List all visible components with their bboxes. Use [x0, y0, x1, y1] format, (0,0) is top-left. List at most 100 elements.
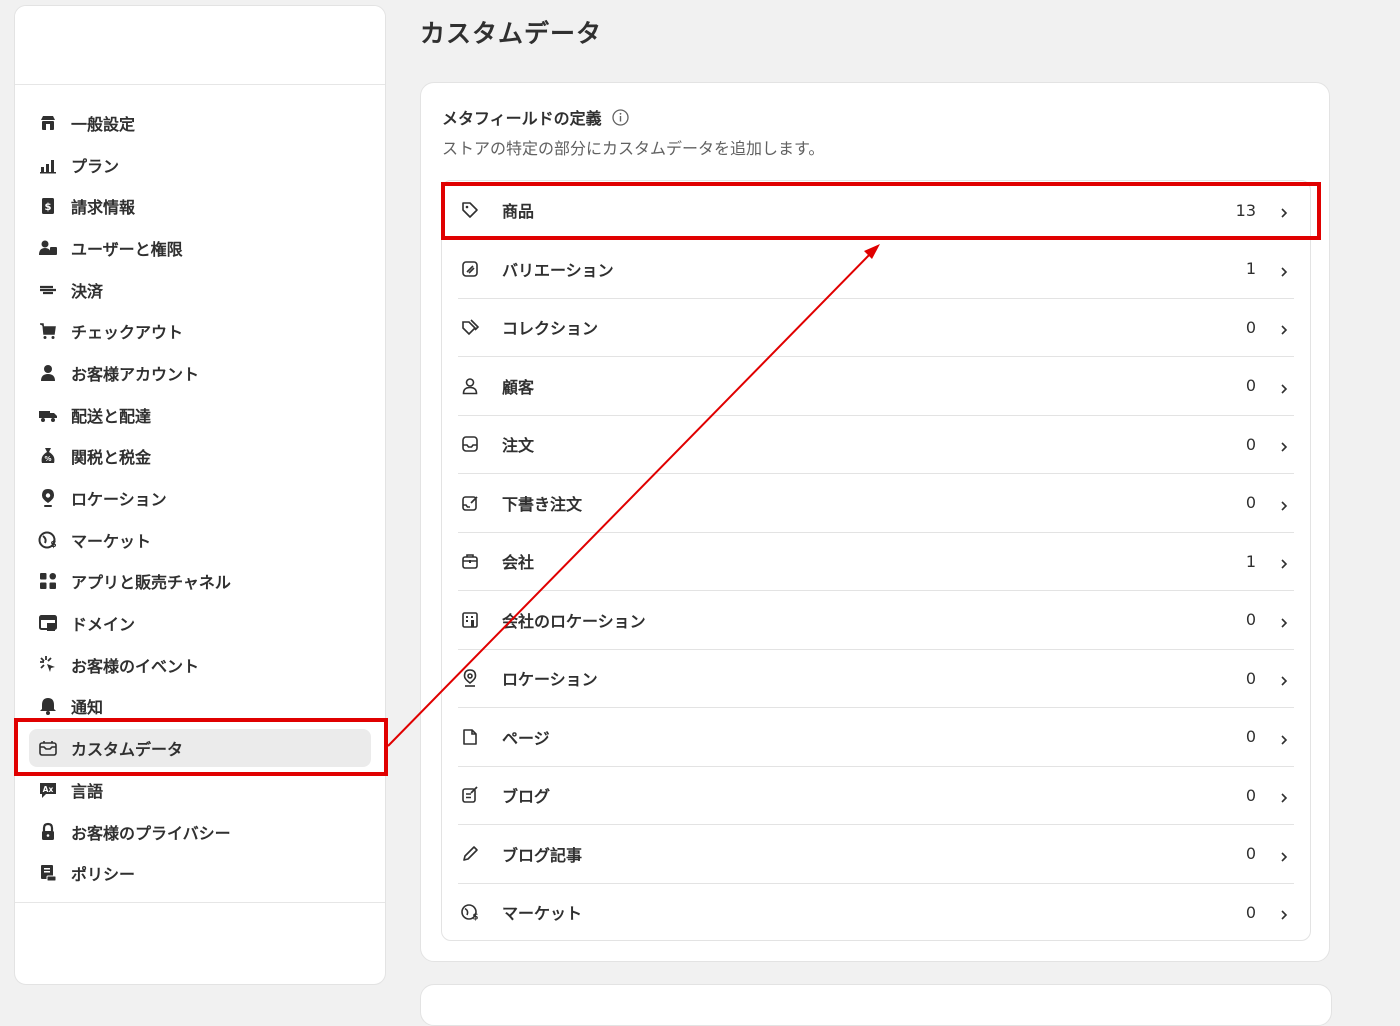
- sidebar-item-billing[interactable]: $ 請求情報: [15, 185, 385, 227]
- sidebar-divider: [15, 902, 385, 903]
- list-item-label: ブログ記事: [502, 845, 583, 865]
- list-item-count: 0: [1245, 727, 1256, 747]
- sidebar-item-locations[interactable]: ロケーション: [15, 477, 385, 519]
- list-item-count: 0: [1245, 493, 1256, 513]
- card-subtitle: ストアの特定の部分にカスタムデータを追加します。: [442, 139, 825, 158]
- sidebar-item-label: 一般設定: [71, 114, 136, 134]
- chevron-right-icon: [1278, 380, 1290, 394]
- chevron-right-icon: [1278, 731, 1290, 745]
- chevron-right-icon: [1278, 789, 1290, 803]
- list-item-label: 下書き注文: [502, 494, 583, 514]
- policy-icon: [37, 862, 59, 884]
- sidebar-item-label: アプリと販売チャネル: [71, 573, 231, 593]
- settings-nav: 一般設定 プラン $ 請求情報 ユーザーと権限 決済 チェックアウト お客様アカ…: [15, 102, 385, 894]
- sidebar-item-custom-data[interactable]: カスタムデータ: [15, 727, 385, 769]
- customer-icon: [460, 376, 480, 396]
- list-item-companies[interactable]: 会社 1: [458, 532, 1294, 591]
- location-pin-icon: [37, 487, 59, 509]
- sidebar-item-taxes[interactable]: % 関税と税金: [15, 436, 385, 478]
- list-item-count: 13: [1235, 200, 1256, 220]
- company-icon: [460, 551, 480, 571]
- list-item-label: マーケット: [502, 904, 583, 924]
- billing-icon: $: [37, 195, 59, 217]
- sidebar-item-languages[interactable]: Ax 言語: [15, 769, 385, 811]
- sidebar-item-apps[interactable]: アプリと販売チャネル: [15, 561, 385, 603]
- sidebar-item-privacy[interactable]: お客様のプライバシー: [15, 811, 385, 853]
- svg-text:$: $: [45, 202, 52, 213]
- list-item-blog-posts[interactable]: ブログ記事 0: [458, 825, 1294, 884]
- chevron-right-icon: [1278, 906, 1290, 920]
- sidebar-item-label: ポリシー: [71, 865, 136, 885]
- list-item-count: 0: [1245, 902, 1256, 922]
- list-item-blogs[interactable]: ブログ 0: [458, 766, 1294, 825]
- list-item-count: 0: [1245, 376, 1256, 396]
- sidebar-item-general[interactable]: 一般設定: [15, 102, 385, 144]
- chevron-right-icon: [1278, 263, 1290, 277]
- list-item-label: ページ: [502, 728, 550, 748]
- sidebar-item-notifications[interactable]: 通知: [15, 686, 385, 728]
- sidebar-item-label: カスタムデータ: [71, 740, 184, 760]
- sidebar-item-checkout[interactable]: チェックアウト: [15, 310, 385, 352]
- list-item-count: 0: [1245, 668, 1256, 688]
- info-icon[interactable]: [612, 108, 629, 126]
- sidebar-item-label: ユーザーと権限: [71, 239, 183, 259]
- sidebar-item-plan[interactable]: プラン: [15, 144, 385, 186]
- sidebar-item-label: 通知: [71, 698, 104, 718]
- list-item-count: 0: [1245, 610, 1256, 630]
- metafield-definitions-card: メタフィールドの定義 ストアの特定の部分にカスタムデータを追加します。 商品 1…: [420, 82, 1330, 962]
- list-item-label: ブログ: [502, 787, 551, 807]
- lock-icon: [37, 821, 59, 843]
- list-item-locations[interactable]: ロケーション 0: [458, 649, 1294, 708]
- sidebar-header: [15, 6, 385, 85]
- location-pin-icon: [460, 668, 480, 688]
- language-icon: Ax: [37, 779, 59, 801]
- tag-icon: [460, 200, 480, 220]
- list-item-count: 0: [1245, 844, 1256, 864]
- sidebar-item-shipping[interactable]: 配送と配達: [15, 394, 385, 436]
- domain-icon: [37, 612, 59, 634]
- list-item-products[interactable]: 商品 13: [458, 181, 1294, 240]
- order-inbox-icon: [460, 434, 480, 454]
- list-item-customers[interactable]: 顧客 0: [458, 357, 1294, 416]
- chevron-right-icon: [1278, 848, 1290, 862]
- list-item-label: バリエーション: [502, 260, 614, 280]
- truck-icon: [37, 404, 59, 426]
- list-item-collections[interactable]: コレクション 0: [458, 298, 1294, 357]
- person-icon: [37, 362, 59, 384]
- chevron-right-icon: [1278, 438, 1290, 452]
- resource-list: 商品 13 バリエーション 1 コレクション 0 顧客 0 注文 0 下書き注文…: [441, 180, 1311, 941]
- svg-text:Ax: Ax: [43, 785, 54, 794]
- company-location-icon: [460, 610, 480, 630]
- list-item-label: ロケーション: [502, 670, 598, 690]
- tax-bag-icon: %: [37, 445, 59, 467]
- list-item-pages[interactable]: ページ 0: [458, 708, 1294, 767]
- sidebar-item-markets[interactable]: $ マーケット: [15, 519, 385, 561]
- blog-icon: [460, 785, 480, 805]
- list-item-company-locations[interactable]: 会社のロケーション 0: [458, 591, 1294, 650]
- draft-order-icon: [460, 493, 480, 513]
- card-title: メタフィールドの定義: [442, 105, 629, 129]
- sidebar-item-users[interactable]: ユーザーと権限: [15, 227, 385, 269]
- sidebar-item-policies[interactable]: ポリシー: [15, 852, 385, 894]
- sidebar-item-payments[interactable]: 決済: [15, 269, 385, 311]
- pencil-icon: [460, 844, 480, 864]
- sidebar-item-label: マーケット: [71, 531, 152, 551]
- sidebar-item-label: お客様アカウント: [71, 364, 200, 384]
- sidebar-item-customer-accounts[interactable]: お客様アカウント: [15, 352, 385, 394]
- svg-text:$: $: [50, 540, 56, 550]
- list-item-label: 会社: [502, 553, 535, 573]
- sidebar-item-domains[interactable]: ドメイン: [15, 602, 385, 644]
- globe-icon: $: [460, 902, 480, 922]
- list-item-orders[interactable]: 注文 0: [458, 415, 1294, 474]
- list-item-variants[interactable]: バリエーション 1: [458, 240, 1294, 299]
- users-icon: [37, 237, 59, 259]
- page-title: カスタムデータ: [420, 19, 603, 48]
- sidebar-item-label: お客様のプライバシー: [71, 823, 231, 843]
- list-item-markets[interactable]: $ マーケット 0: [458, 883, 1294, 942]
- sidebar-item-label: ドメイン: [71, 615, 136, 635]
- cursor-click-icon: [37, 654, 59, 676]
- list-item-draft-orders[interactable]: 下書き注文 0: [458, 474, 1294, 533]
- sidebar-item-customer-events[interactable]: お客様のイベント: [15, 644, 385, 686]
- cart-icon: [37, 320, 59, 342]
- chevron-right-icon: [1278, 321, 1290, 335]
